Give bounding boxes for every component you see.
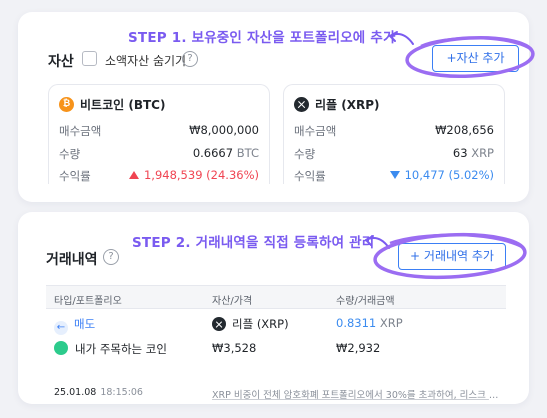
trade-type-label: 매도: [74, 317, 96, 331]
trades-title: 거래내역: [46, 252, 98, 268]
bitcoin-icon: ₿: [59, 97, 74, 112]
return-value: 10,477 (5.02%): [389, 168, 494, 182]
buy-amount-value: ₩208,656: [435, 123, 494, 137]
coin-name: 비트코인 (BTC): [80, 98, 166, 112]
portfolio-name: 내가 주목하는 코인: [75, 342, 167, 356]
trade-date: 25.01.08: [54, 387, 97, 398]
buy-amount-label: 매수금액: [294, 124, 337, 138]
quantity-unit: BTC: [236, 146, 259, 160]
header-qty-amount: 수량/거래금액: [336, 296, 395, 307]
trade-datetime: 25.01.08 18:15:06: [54, 387, 143, 398]
quantity-label: 수량: [59, 147, 81, 161]
quantity-number: 0.6667: [192, 146, 234, 160]
return-number: 1,948,539 (24.36%): [143, 168, 259, 182]
trade-type: ← 매도: [54, 316, 95, 335]
asset-card-xrp[interactable]: 리플 (XRP) 매수금액 ₩208,656 수량 63 XRP 수익률 10,…: [283, 84, 505, 184]
header-asset-price: 자산/가격: [212, 296, 253, 307]
hide-small-assets-checkbox[interactable]: [82, 51, 97, 66]
trade-price: ₩3,528: [212, 341, 257, 355]
return-label: 수익률: [294, 169, 326, 183]
trade-qty-unit: XRP: [379, 316, 403, 330]
coin-name: 리플 (XRP): [315, 98, 380, 112]
coin-header: 리플 (XRP): [294, 96, 380, 113]
highlight-circle-icon: [405, 35, 535, 79]
xrp-icon: [212, 317, 226, 331]
trade-qty: 0.8311 XRP: [336, 316, 403, 330]
trade-time: 18:15:06: [100, 387, 143, 398]
trade-memo[interactable]: XRP 비중이 전체 암호화폐 포트폴리오에서 30%를 초과하여, 리스크 분…: [212, 387, 506, 401]
quantity-label: 수량: [294, 147, 316, 161]
triangle-down-icon: [389, 171, 400, 179]
highlight-circle-icon: [373, 232, 527, 280]
trade-asset-name: 리플 (XRP): [232, 317, 289, 331]
xrp-icon: [294, 97, 309, 112]
buy-amount-value: ₩8,000,000: [189, 123, 259, 137]
help-icon[interactable]: ?: [103, 249, 119, 265]
coin-header: ₿ 비트코인 (BTC): [59, 96, 165, 113]
quantity-value: 0.6667 BTC: [193, 146, 259, 160]
table-header: 타입/포트폴리오 자산/가격 수량/거래금액: [46, 285, 506, 309]
return-number: 10,477 (5.02%): [404, 168, 494, 182]
return-label: 수익률: [59, 169, 91, 183]
trade-asset: 리플 (XRP): [212, 316, 289, 332]
header-type-portfolio: 타입/포트폴리오: [54, 296, 122, 307]
asset-card-btc[interactable]: ₿ 비트코인 (BTC) 매수금액 ₩8,000,000 수량 0.6667 B…: [48, 84, 270, 184]
trade-portfolio: 내가 주목하는 코인: [54, 341, 167, 357]
triangle-up-icon: [128, 171, 139, 179]
step2-caption: STEP 2. 거래내역을 직접 등록하여 관리: [132, 235, 375, 251]
table-row[interactable]: ← 매도 리플 (XRP) 0.8311 XRP 내가 주목하는 코인 ₩3,52…: [46, 309, 506, 409]
trade-amount: ₩2,932: [336, 341, 381, 355]
assets-title: 자산: [48, 54, 74, 70]
return-value: 1,948,539 (24.36%): [128, 168, 259, 182]
help-icon[interactable]: ?: [182, 51, 198, 67]
quantity-value: 63 XRP: [453, 146, 494, 160]
portfolio-dot-icon: [54, 341, 68, 355]
trades-table: 타입/포트폴리오 자산/가격 수량/거래금액 ← 매도 리플 (XRP) 0.83…: [46, 285, 506, 409]
step1-caption: STEP 1. 보유중인 자산을 포트폴리오에 추가: [128, 30, 396, 46]
hide-small-assets-label[interactable]: 소액자산 숨기기: [105, 52, 186, 69]
arrow-left-icon: ←: [54, 321, 68, 335]
trade-qty-number: 0.8311: [336, 316, 377, 330]
quantity-number: 63: [452, 146, 468, 160]
quantity-unit: XRP: [471, 146, 494, 160]
buy-amount-label: 매수금액: [59, 124, 102, 138]
